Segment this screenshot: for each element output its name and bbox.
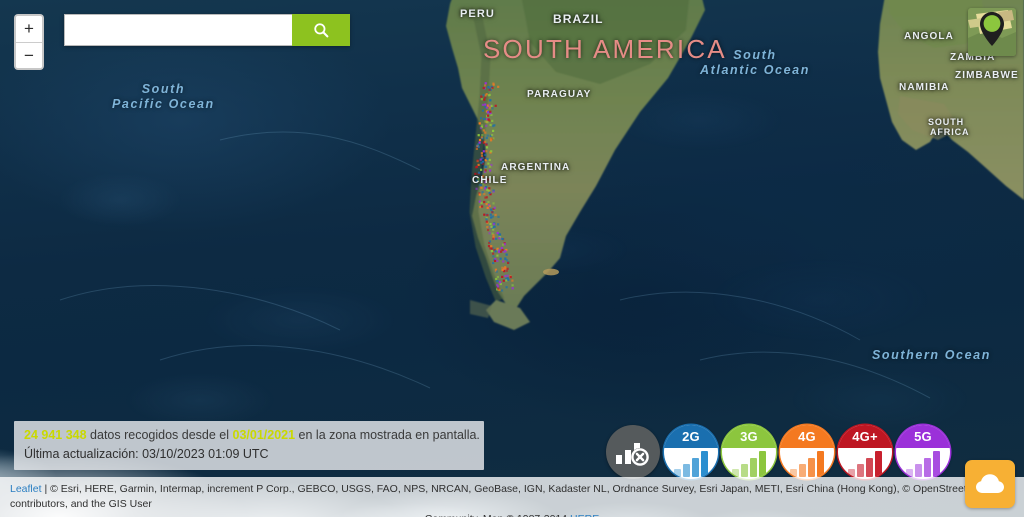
attribution-line1: © Esri, HERE, Garmin, Intermap, incremen… (10, 483, 988, 510)
network-badge-5g[interactable]: 5G (896, 425, 950, 479)
last-update-line: Última actualización: 03/10/2023 01:09 U… (24, 447, 269, 461)
zoom-out-button[interactable]: − (16, 42, 42, 68)
network-badge-label: 4G (780, 425, 834, 448)
network-legend[interactable]: 2G 3G 4G 4G+ 5G (606, 425, 950, 479)
signal-bars-icon (896, 448, 950, 479)
zoom-control[interactable]: + − (14, 14, 44, 70)
falkland-islands (543, 268, 559, 276)
zoom-in-button[interactable]: + (16, 16, 42, 42)
map-pin-icon (968, 8, 1016, 56)
here-link[interactable]: HERE (570, 513, 599, 517)
network-badge-label: 2G (664, 425, 718, 448)
status-panel: 24 941 348 datos recogidos desde el 03/0… (14, 421, 484, 470)
search-icon (314, 23, 329, 38)
network-badge-label: 4G+ (838, 425, 892, 448)
attribution-line2: Community, Map © 1987-2014 (425, 513, 570, 517)
network-badge-3g[interactable]: 3G (722, 425, 776, 479)
no-signal-icon (614, 437, 652, 467)
status-text-after-date: en la zona mostrada en pantalla. (295, 428, 480, 442)
signal-bars-icon (664, 448, 718, 479)
map-attribution: Leaflet | © Esri, HERE, Garmin, Intermap… (0, 477, 1024, 517)
signal-bars-icon (838, 448, 892, 479)
search-input[interactable] (64, 14, 292, 46)
signal-bars-icon (780, 448, 834, 479)
search-bar[interactable] (64, 14, 350, 46)
network-badge-label: 5G (896, 425, 950, 448)
network-badge-4g[interactable]: 4G (780, 425, 834, 479)
south-america-landmass (446, 0, 705, 330)
network-badge-no-signal[interactable] (606, 425, 660, 479)
upload-button[interactable] (965, 460, 1015, 508)
network-badge-4gplus[interactable]: 4G+ (838, 425, 892, 479)
since-date: 03/01/2021 (232, 428, 296, 442)
signal-bars-icon (722, 448, 776, 479)
map-application: SOUTH AMERICA PERU BRAZIL PARAGUAY ARGENTINA… (0, 0, 1024, 517)
status-text-after-count: datos recogidos desde el (86, 428, 233, 442)
network-badge-2g[interactable]: 2G (664, 425, 718, 479)
status-line-collected: 24 941 348 datos recogidos desde el 03/0… (24, 427, 480, 444)
search-button[interactable] (292, 14, 350, 46)
data-count: 24 941 348 (24, 428, 87, 442)
attribution-separator: | (41, 483, 51, 495)
network-badge-label: 3G (722, 425, 776, 448)
leaflet-link[interactable]: Leaflet (10, 483, 42, 495)
layer-picker-thumbnail[interactable] (968, 8, 1016, 56)
cloud-upload-icon (976, 474, 1004, 493)
